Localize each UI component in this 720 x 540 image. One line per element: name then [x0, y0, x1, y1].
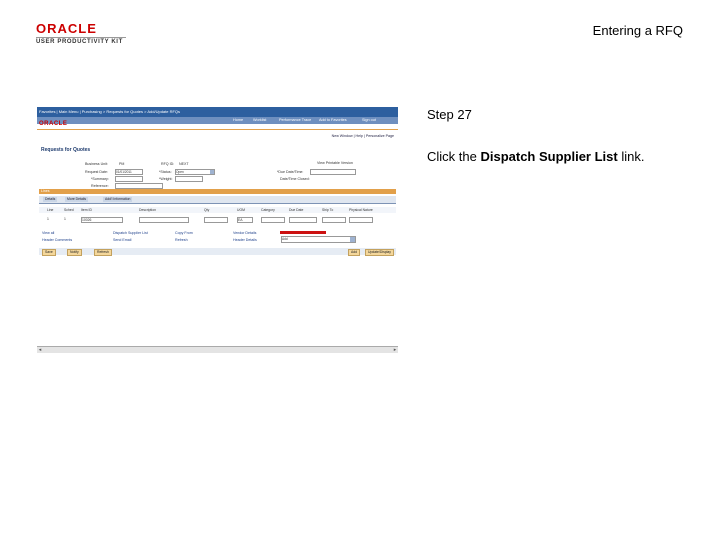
cell-ship-to[interactable]: [322, 217, 346, 223]
business-unit-label: Business Unit:: [85, 162, 108, 166]
cell-item-id[interactable]: 10026: [81, 217, 123, 223]
cell-qty[interactable]: [204, 217, 228, 223]
horizontal-scrollbar[interactable]: ◂ ▸: [37, 346, 398, 353]
send-email-link[interactable]: Send Email: [113, 238, 131, 242]
reference-label: Reference:: [91, 184, 109, 188]
table-row: 1 1 10026 EA: [39, 216, 396, 223]
lines-grid-header: Lines: [39, 189, 396, 194]
request-date-input[interactable]: 01/01/2011: [115, 169, 143, 175]
instruction-prefix: Click the: [427, 149, 481, 164]
button-bar: Save Notify Refresh Add Update/Display: [39, 248, 396, 256]
col-sched: Sched: [64, 208, 74, 212]
notify-button[interactable]: Notify: [67, 249, 82, 256]
due-date-label: *Due Date/Time:: [277, 170, 304, 174]
tab-more-details[interactable]: More Details: [65, 197, 89, 202]
business-unit-value: PM: [119, 162, 125, 166]
refresh-button[interactable]: Refresh: [94, 249, 112, 256]
nav-add-to-favorites[interactable]: Add to Favorites: [319, 118, 347, 122]
col-ship-to: Ship To: [322, 208, 334, 212]
status-label: *Status:: [159, 170, 172, 174]
app-logo: ORACLE: [39, 121, 68, 127]
cell-sched: 1: [64, 217, 66, 221]
app-top-bar: Favorites | Main Menu | Purchasing > Req…: [37, 107, 398, 117]
rfq-id-value: NEXT: [179, 162, 189, 166]
add-button[interactable]: Add: [348, 249, 361, 256]
date-closed-label: Date/Time Closed:: [280, 177, 310, 181]
due-date-input[interactable]: [310, 169, 356, 175]
col-uom: UOM: [237, 208, 245, 212]
request-date-label: Request Date:: [85, 170, 108, 174]
nav-worklist[interactable]: Worklist: [253, 118, 266, 122]
highlight-marker: [280, 231, 326, 234]
col-category: Category: [261, 208, 275, 212]
oracle-logo: ORACLE USER PRODUCTIVITY KIT: [36, 22, 126, 45]
refresh-link[interactable]: Refresh: [175, 238, 188, 242]
scroll-left-icon[interactable]: ◂: [37, 347, 43, 353]
nav-home[interactable]: Home: [233, 118, 243, 122]
col-line: Line: [47, 208, 54, 212]
app-nav-bar: Home Worklist Performance Trace Add to F…: [37, 117, 398, 124]
instruction-suffix: link.: [617, 149, 645, 164]
weight-label: *Weight:: [159, 177, 173, 181]
col-item-id: Item ID: [81, 208, 92, 212]
lines-grid-tabs: Details More Details Add'l Information: [39, 196, 396, 204]
col-qty: Qty: [204, 208, 210, 212]
app-breadcrumb[interactable]: Favorites | Main Menu | Purchasing > Req…: [39, 109, 180, 114]
cell-category[interactable]: [261, 217, 285, 223]
summary-input[interactable]: [115, 176, 143, 182]
view-all-link[interactable]: View all: [42, 231, 54, 235]
slide-title: Entering a RFQ: [592, 23, 683, 38]
weight-input[interactable]: [175, 176, 203, 182]
status-select[interactable]: Open: [175, 169, 215, 175]
step-instruction: Click the Dispatch Supplier List link.: [427, 149, 644, 164]
rfq-id-label: RFQ ID:: [161, 162, 175, 166]
lines-grid-title: Lines: [41, 189, 50, 193]
instruction-link-name: Dispatch Supplier List: [480, 149, 618, 164]
scroll-right-icon[interactable]: ▸: [392, 347, 398, 353]
lines-grid-columns: Line Sched Item ID Description Qty UOM C…: [39, 207, 396, 213]
col-description: Description: [139, 208, 156, 212]
tab-details[interactable]: Details: [43, 197, 58, 202]
application-screenshot: Favorites | Main Menu | Purchasing > Req…: [37, 107, 398, 353]
col-due-date: Due Date: [289, 208, 304, 212]
cell-description[interactable]: [139, 217, 189, 223]
cell-due-date[interactable]: [289, 217, 317, 223]
logo-brand: ORACLE: [36, 21, 97, 36]
copy-from-link[interactable]: Copy From: [175, 231, 193, 235]
vendor-details-link[interactable]: Vendor Details: [233, 231, 256, 235]
header-divider: [37, 129, 398, 130]
update-display-button[interactable]: Update/Display: [365, 249, 394, 256]
step-title: Step 27: [427, 107, 472, 122]
view-printable-link[interactable]: View Printable Version: [317, 161, 353, 165]
cell-physical-nature[interactable]: [349, 217, 373, 223]
dispatch-supplier-list-link[interactable]: Dispatch Supplier List: [113, 231, 148, 235]
col-physical-nature: Physical Nature: [349, 208, 373, 212]
cell-line: 1: [47, 217, 49, 221]
save-button[interactable]: Save: [42, 249, 56, 256]
top-right-links[interactable]: New Window | Help | Personalize Page: [332, 134, 394, 138]
logo-product: USER PRODUCTIVITY KIT: [36, 37, 126, 45]
action-dropdown[interactable]: Add: [281, 236, 356, 243]
header-details-link[interactable]: Header Details: [233, 238, 257, 242]
nav-performance-trace[interactable]: Performance Trace: [279, 118, 311, 122]
summary-label: *Summary:: [91, 177, 109, 181]
page-title: Requests for Quotes: [41, 147, 91, 153]
tab-addl-information[interactable]: Add'l Information: [103, 197, 133, 202]
nav-sign-out[interactable]: Sign out: [362, 118, 376, 122]
header-comments-link[interactable]: Header Comments: [42, 238, 72, 242]
cell-uom[interactable]: EA: [237, 217, 253, 223]
